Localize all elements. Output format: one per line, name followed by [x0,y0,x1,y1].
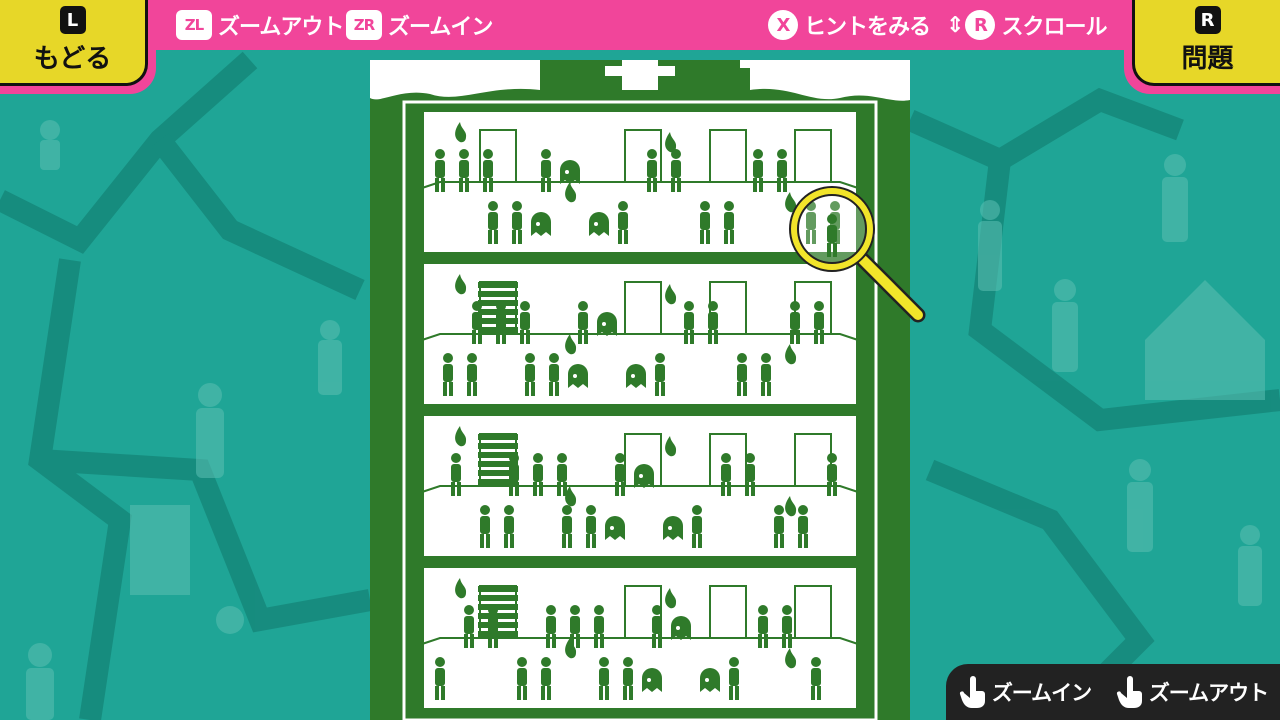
zoom-in-label: ズームイン [388,15,493,40]
stair-step [478,586,518,592]
touch-zoom-in[interactable]: ズームイン [958,675,1092,709]
back-button[interactable]: L もどる [0,0,148,86]
ghost-icon [671,616,691,640]
stair-step [478,595,518,601]
puzzle-board[interactable] [370,60,910,720]
stair-step [478,291,518,297]
pillar [856,416,864,556]
ghost-icon [589,212,609,236]
ghost-icon [700,668,720,692]
pillar [416,568,424,708]
x-button-icon: X [768,10,798,40]
top-control-bar: ZL ズームアウト ZR ズームイン X ヒントをみる ⇕ R スクロール [0,0,1280,50]
ghost-icon [597,312,617,336]
back-corner: L もどる [0,0,156,94]
back-label: もどる [33,44,112,74]
stair-step [478,613,518,619]
zl-button-icon: ZL [176,10,212,40]
pillar [416,264,424,404]
touch-zoom-out[interactable]: ズームアウト [1115,675,1269,709]
touch-controls: ズームイン ズームアウト [946,664,1280,720]
r-button-icon: R [1194,6,1221,34]
scroll-control[interactable]: ⇕ R スクロール [946,8,1107,42]
ghost-icon [663,516,683,540]
l-button-icon: L [59,6,86,34]
hint-label: ヒントをみる [804,15,931,40]
touch-zoom-in-label: ズームイン [991,681,1092,705]
hand-pinch-icon [1116,676,1142,708]
question-corner: R 問題 [1124,0,1280,94]
ghost-icon [568,364,588,388]
updown-arrow-icon: ⇕ [946,12,964,38]
ghost-icon [531,212,551,236]
ghost-icon [634,464,654,488]
question-button[interactable]: R 問題 [1132,0,1280,86]
hand-tap-icon [959,676,985,708]
zoom-out-control[interactable]: ZL ズームアウト [176,8,344,42]
zr-button-icon: ZR [346,10,382,40]
stair-step [478,282,518,288]
stair-step [478,443,518,449]
r-stick-icon: R [965,10,996,40]
touch-zoom-out-label: ズームアウト [1148,681,1269,705]
ghost-icon [642,668,662,692]
ghost-icon [560,160,580,184]
stair-step [478,434,518,440]
pillar [416,416,424,556]
zoom-in-control[interactable]: ZR ズームイン [346,8,493,42]
zoom-out-label: ズームアウト [218,15,344,40]
hint-control[interactable]: X ヒントをみる [768,8,931,42]
ghost-icon [626,364,646,388]
scroll-label: スクロール [1001,15,1107,40]
pillar [856,568,864,708]
magnifier-icon[interactable] [788,185,928,330]
ghost-icon [605,516,625,540]
question-label: 問題 [1181,44,1234,74]
stair-step [478,604,518,610]
pillar [416,112,424,252]
